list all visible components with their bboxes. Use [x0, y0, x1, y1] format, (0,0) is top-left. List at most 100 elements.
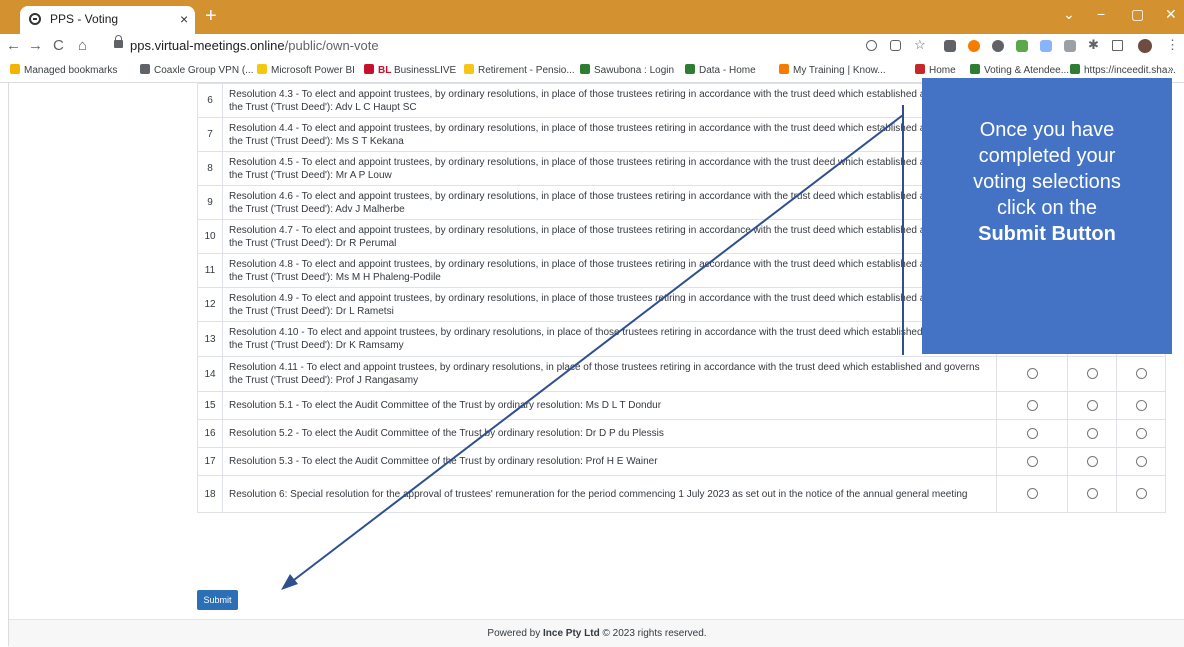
footer-suffix: © 2023 rights reserved. — [599, 628, 707, 639]
resolution-number: 11 — [197, 253, 223, 288]
vote-abstain-cell — [1116, 475, 1166, 513]
vote-against-radio[interactable] — [1086, 399, 1098, 411]
vote-abstain-cell — [1116, 356, 1166, 392]
address-bar[interactable]: pps.virtual-meetings.online/public/own-v… — [114, 35, 834, 58]
resolution-row: 17 Resolution 5.3 - To elect the Audit Co… — [197, 447, 1166, 476]
resolution-text: Resolution 6: Special resolution for the… — [222, 475, 997, 513]
bookmark-item[interactable]: » — [1168, 64, 1174, 75]
url-text[interactable]: pps.virtual-meetings.online/public/own-v… — [130, 38, 379, 53]
vote-for-radio[interactable] — [1026, 368, 1038, 380]
bookmark-label: Voting & Atendee... — [984, 65, 1070, 76]
resolution-number: 16 — [197, 419, 223, 448]
vote-for-cell — [996, 356, 1068, 392]
resolution-number: 14 — [197, 356, 223, 392]
tab-close-icon[interactable]: × — [180, 11, 188, 27]
profile-avatar[interactable] — [1138, 39, 1152, 53]
bookmark-label: BusinessLIVE — [393, 65, 457, 76]
extension-6-icon[interactable] — [1064, 40, 1076, 52]
bookmark-label: Coaxle Group VPN (... — [154, 65, 254, 76]
vote-for-cell — [996, 391, 1068, 420]
vote-for-cell — [996, 419, 1068, 448]
vote-against-radio[interactable] — [1086, 368, 1098, 380]
bookmark-badge: BL — [378, 65, 394, 76]
bookmark-item[interactable]: Home — [915, 64, 956, 76]
bookmark-item[interactable]: Managed bookmarks — [10, 64, 117, 76]
resolution-text: Resolution 4.5 - To elect and appoint tr… — [222, 151, 997, 186]
vote-against-radio[interactable] — [1086, 455, 1098, 467]
vote-against-cell — [1067, 447, 1117, 476]
home-bookmark-icon — [915, 64, 925, 74]
tab-search-icon[interactable]: ⌄ — [1063, 6, 1075, 23]
lock-icon[interactable] — [114, 35, 123, 48]
vote-for-cell — [996, 475, 1068, 513]
vote-abstain-radio[interactable] — [1135, 427, 1147, 439]
reload-button[interactable]: C — [53, 37, 64, 54]
vote-for-radio[interactable] — [1026, 488, 1038, 500]
bookmark-item[interactable]: Microsoft Power BI — [257, 64, 355, 76]
minimize-button[interactable]: − — [1097, 6, 1105, 22]
vote-for-radio[interactable] — [1026, 427, 1038, 439]
training-icon — [779, 64, 789, 74]
vote-abstain-radio[interactable] — [1135, 455, 1147, 467]
zoom-icon[interactable] — [866, 40, 877, 51]
bookmark-label: Managed bookmarks — [24, 65, 118, 76]
resolution-text: Resolution 4.4 - To elect and appoint tr… — [222, 117, 997, 152]
bookmark-label: Microsoft Power BI — [271, 65, 355, 76]
vote-for-radio[interactable] — [1026, 455, 1038, 467]
forward-button[interactable]: → — [28, 37, 43, 54]
globe-icon — [140, 64, 150, 74]
vote-for-cell — [996, 447, 1068, 476]
menu-icon[interactable]: ⋮ — [1166, 37, 1179, 52]
folder-icon — [10, 64, 20, 74]
share-icon — [1070, 64, 1080, 74]
vote-for-radio[interactable] — [1026, 399, 1038, 411]
extension-4-icon[interactable] — [1016, 40, 1028, 52]
vote-against-cell — [1067, 475, 1117, 513]
bookmark-item[interactable]: Sawubona : Login — [580, 64, 674, 76]
callout-line: voting selections — [973, 171, 1121, 193]
tab-favicon-icon — [29, 13, 41, 25]
bookmark-item[interactable]: Data - Home — [685, 64, 756, 76]
resolution-number: 8 — [197, 151, 223, 186]
new-tab-button[interactable]: + — [205, 6, 217, 26]
share-page-icon[interactable] — [890, 40, 901, 51]
extension-1-icon[interactable] — [944, 40, 956, 52]
side-panel-icon[interactable] — [1112, 40, 1123, 51]
bookmark-item[interactable]: Coaxle Group VPN (... — [140, 64, 253, 76]
back-button[interactable]: ← — [6, 37, 21, 54]
vote-abstain-radio[interactable] — [1135, 368, 1147, 380]
maximize-button[interactable]: ▢ — [1131, 6, 1144, 23]
extensions-puzzle-icon[interactable]: ✱ — [1088, 37, 1100, 52]
power-bi-icon — [257, 64, 267, 74]
browser-tab-strip: PPS - Voting × + ⌄ − ▢ ✕ — [0, 0, 1184, 34]
close-window-button[interactable]: ✕ — [1165, 6, 1177, 23]
bookmark-item[interactable]: My Training | Know... — [779, 64, 886, 76]
bookmark-item[interactable]: Retirement - Pensio... — [464, 64, 575, 76]
submit-button[interactable]: Submit — [197, 590, 238, 610]
bookmark-item[interactable]: BL BusinessLIVE — [364, 64, 456, 76]
extension-3-icon[interactable] — [992, 40, 1004, 52]
resolution-row: 14 Resolution 4.11 - To elect and appoint… — [197, 356, 1166, 392]
bookmark-label: My Training | Know... — [793, 65, 886, 76]
url-host: pps.virtual-meetings.online — [130, 38, 285, 53]
browser-tab[interactable]: PPS - Voting × — [20, 6, 195, 34]
resolution-text: Resolution 4.11 - To elect and appoint t… — [222, 356, 997, 392]
resolution-number: 12 — [197, 287, 223, 322]
vote-abstain-radio[interactable] — [1135, 488, 1147, 500]
resolution-text: Resolution 4.6 - To elect and appoint tr… — [222, 185, 997, 220]
callout-line: completed your — [978, 145, 1116, 167]
vote-against-radio[interactable] — [1086, 488, 1098, 500]
home-button[interactable]: ⌂ — [78, 37, 87, 54]
url-path: /public/own-vote — [284, 38, 379, 53]
extension-2-icon[interactable] — [968, 40, 980, 52]
resolution-text: Resolution 5.3 - To elect the Audit Comm… — [222, 447, 997, 476]
bookmark-item[interactable]: https://inceedit.sha... — [1070, 64, 1176, 76]
vote-against-radio[interactable] — [1086, 427, 1098, 439]
footer-prefix: Powered by — [487, 628, 544, 639]
bl-icon — [364, 64, 374, 74]
bookmark-item[interactable]: Voting & Atendee... — [970, 64, 1069, 76]
vote-abstain-radio[interactable] — [1135, 399, 1147, 411]
bookmark-label: Home — [929, 65, 956, 76]
bookmark-star-icon[interactable]: ☆ — [914, 37, 926, 52]
extension-5-icon[interactable] — [1040, 40, 1052, 52]
